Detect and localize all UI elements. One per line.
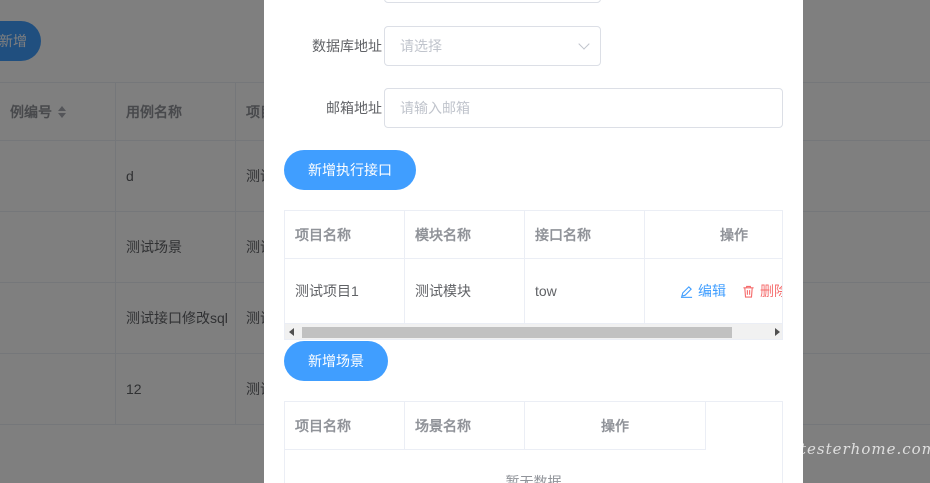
scroll-right-arrow[interactable] bbox=[775, 328, 780, 336]
email-input[interactable]: 请输入邮箱 bbox=[384, 88, 783, 128]
interface-project-cell: 测试项目1 bbox=[285, 259, 405, 324]
database-select[interactable]: 请选择 bbox=[384, 26, 601, 66]
scroll-left-arrow[interactable] bbox=[289, 328, 294, 336]
scene-table: 项目名称 场景名称 操作 暂无数据 bbox=[284, 401, 783, 483]
trash-icon bbox=[743, 285, 754, 298]
edit-button[interactable]: 编辑 bbox=[680, 281, 726, 301]
edit-dialog: 数据库地址 请选择 邮箱地址 请输入邮箱 新增执行接口 项目名称 模块名称 接口… bbox=[264, 0, 803, 483]
delete-button[interactable]: 删除 bbox=[742, 281, 782, 301]
empty-state-text: 暂无数据 bbox=[505, 474, 562, 483]
column-header-api: 接口名称 bbox=[525, 211, 645, 259]
chevron-down-icon bbox=[578, 38, 590, 50]
email-input-placeholder: 请输入邮箱 bbox=[400, 100, 470, 116]
interface-api-cell: tow bbox=[525, 259, 645, 324]
scrollbar-thumb[interactable] bbox=[302, 327, 732, 338]
column-header-actions: 操作 bbox=[525, 402, 706, 450]
column-header-module: 模块名称 bbox=[405, 211, 525, 259]
interface-actions-cell: 编辑 删除 bbox=[645, 259, 782, 324]
previous-field-input[interactable] bbox=[384, 0, 601, 3]
add-interface-button[interactable]: 新增执行接口 bbox=[284, 150, 416, 190]
add-scene-button[interactable]: 新增场景 bbox=[284, 341, 388, 381]
watermark: testerhome.com bbox=[800, 440, 930, 458]
horizontal-scrollbar[interactable] bbox=[285, 324, 782, 339]
interface-table: 项目名称 模块名称 接口名称 操作 测试项目1 测试模块 tow 编辑 删除 bbox=[284, 210, 783, 340]
column-header-actions: 操作 bbox=[645, 211, 782, 259]
database-select-placeholder: 请选择 bbox=[400, 38, 442, 54]
column-header-project: 项目名称 bbox=[285, 211, 405, 259]
edit-icon bbox=[680, 285, 693, 298]
column-header-scene: 场景名称 bbox=[405, 402, 525, 450]
email-label: 邮箱地址 bbox=[326, 100, 382, 116]
column-header-project: 项目名称 bbox=[285, 402, 405, 450]
database-label: 数据库地址 bbox=[312, 38, 382, 54]
interface-module-cell: 测试模块 bbox=[405, 259, 525, 324]
